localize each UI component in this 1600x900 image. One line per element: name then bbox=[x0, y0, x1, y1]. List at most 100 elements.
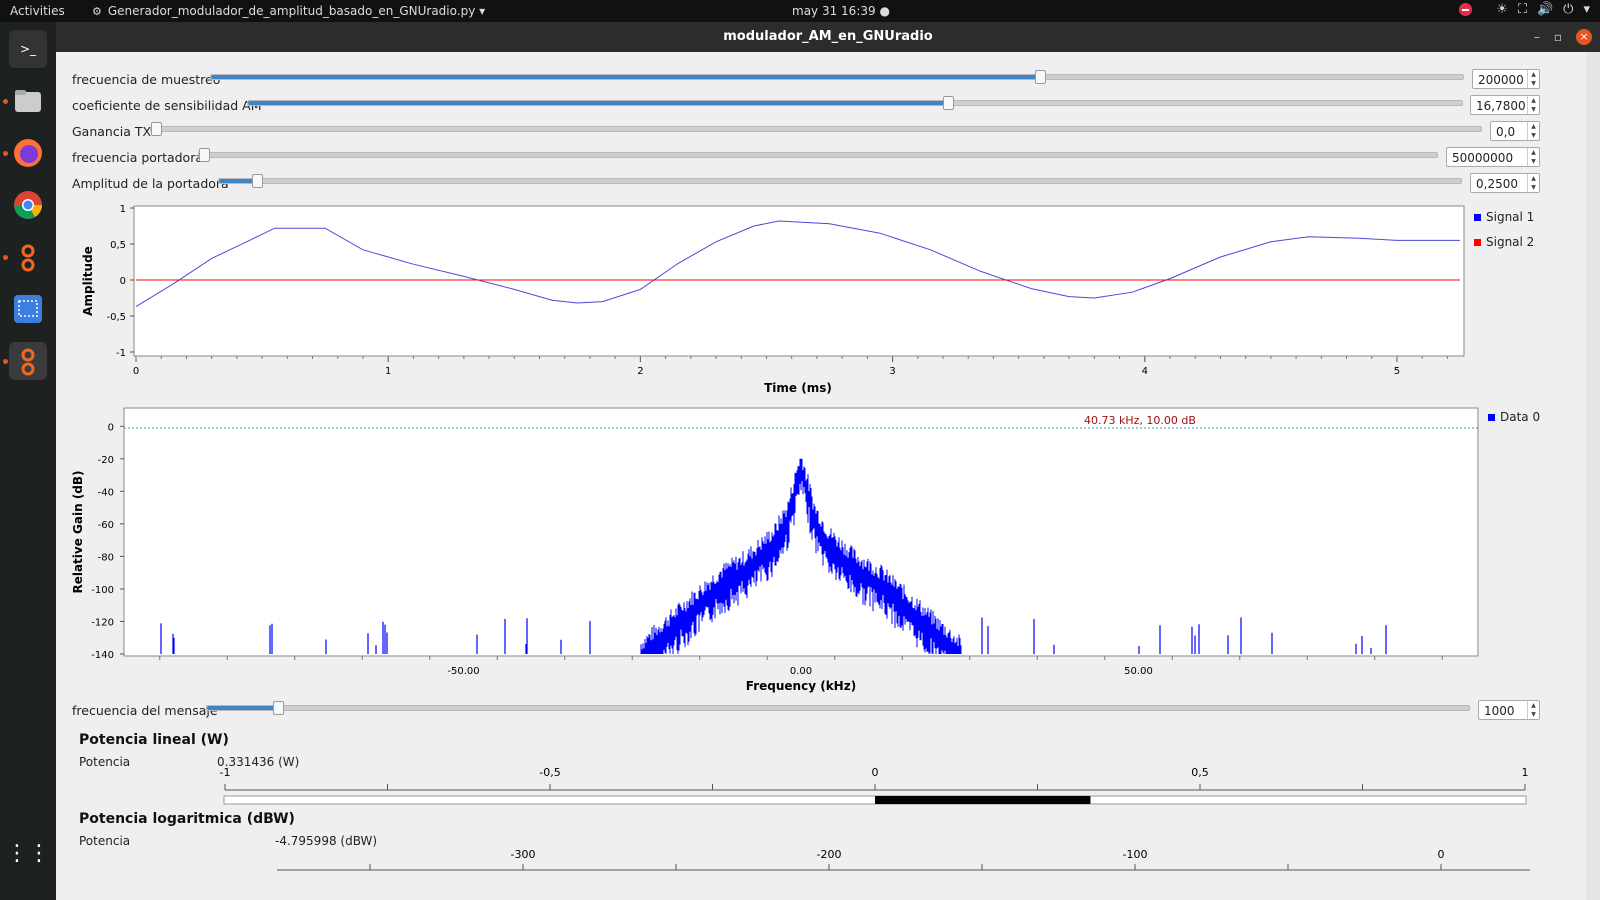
power-icon: ⏻ bbox=[1563, 2, 1574, 17]
spin-arrows-icon[interactable]: ▲ ▼ bbox=[1527, 122, 1539, 140]
carrier-frequency-spinbox[interactable]: 50000000 ▲ ▼ bbox=[1446, 147, 1540, 167]
spinbox-value: 50000000 bbox=[1452, 151, 1514, 165]
y-tick-label: -120 bbox=[91, 617, 114, 628]
gauge-tick-label: 0 bbox=[872, 766, 879, 779]
x-tick-label: 1 bbox=[385, 366, 391, 377]
gauge-bar bbox=[875, 796, 1091, 804]
show-apps-icon[interactable]: ⋮⋮ bbox=[6, 834, 50, 872]
sample-rate-slider[interactable] bbox=[210, 70, 1464, 84]
slider-fill bbox=[207, 706, 277, 710]
legend-label: Signal 1 bbox=[1486, 210, 1535, 224]
slider-fill bbox=[219, 179, 257, 183]
x-tick-label: 3 bbox=[889, 366, 895, 377]
y-tick-label: -80 bbox=[98, 552, 114, 563]
gauge-tick-label: -100 bbox=[1123, 848, 1148, 861]
close-icon[interactable]: × bbox=[1576, 29, 1592, 45]
spin-arrows-icon[interactable]: ▲ ▼ bbox=[1527, 96, 1539, 114]
y-tick-label: 1 bbox=[120, 204, 126, 215]
y-tick-label: -40 bbox=[98, 487, 114, 498]
spinbox-value: 16,7800 bbox=[1476, 99, 1526, 113]
slider-label: frecuencia del mensaje bbox=[72, 703, 218, 718]
app-name: Generador_modulador_de_amplitud_basado_e… bbox=[107, 4, 476, 18]
slider-handle[interactable] bbox=[252, 174, 264, 188]
minimize-icon[interactable]: – bbox=[1534, 22, 1540, 52]
sample-rate-spinbox[interactable]: 200000 ▲ ▼ bbox=[1472, 69, 1540, 89]
gauge-tick-label: 0,5 bbox=[1191, 766, 1209, 779]
y-tick-label: -0,5 bbox=[106, 312, 126, 323]
window-titlebar[interactable]: modulador_AM_en_GNUradio – ▫ × bbox=[56, 22, 1600, 52]
x-axis-label: Time (ms) bbox=[764, 381, 832, 395]
notification-dot-icon: ● bbox=[879, 4, 890, 18]
linear-power-title: Potencia lineal (W) bbox=[79, 732, 229, 748]
spin-arrows-icon[interactable]: ▲ ▼ bbox=[1527, 70, 1539, 88]
activities-button[interactable]: Activities bbox=[10, 4, 65, 18]
volume-icon: 🔊 bbox=[1536, 2, 1554, 17]
log-power-gauge: -300 -200 -100 0 bbox=[277, 848, 1530, 871]
am-sensitivity-spinbox[interactable]: 16,7800 ▲ ▼ bbox=[1470, 95, 1540, 115]
carrier-frequency-slider[interactable] bbox=[198, 148, 1438, 162]
window-scrollbar[interactable] bbox=[1586, 52, 1600, 900]
legend-swatch bbox=[1474, 238, 1481, 246]
files-icon[interactable] bbox=[9, 82, 47, 120]
gauge-tick-label: 0 bbox=[1438, 848, 1445, 861]
legend-item-signal-2[interactable]: Signal 2 bbox=[1474, 235, 1534, 249]
spin-arrows-icon[interactable]: ▲ ▼ bbox=[1527, 174, 1539, 192]
chevron-down-icon: ▾ bbox=[1583, 2, 1590, 17]
gnuradio-window: modulador_AM_en_GNUradio – ▫ × frecuenci… bbox=[56, 22, 1600, 900]
legend-item-signal-1[interactable]: Signal 1 bbox=[1474, 210, 1534, 224]
running-indicator bbox=[3, 255, 8, 260]
maximize-icon[interactable]: ▫ bbox=[1554, 22, 1562, 52]
slider-handle[interactable] bbox=[199, 148, 210, 162]
slider-handle[interactable] bbox=[1034, 70, 1046, 84]
gauge-tick-label: -300 bbox=[511, 848, 536, 861]
app-menu[interactable]: ⚙ Generador_modulador_de_amplitud_basado_… bbox=[92, 4, 485, 18]
y-tick-label: -20 bbox=[98, 455, 114, 466]
x-tick-label: -50.00 bbox=[447, 666, 479, 677]
tx-gain-spinbox[interactable]: 0,0 ▲ ▼ bbox=[1490, 121, 1540, 141]
x-tick-label: 5 bbox=[1394, 366, 1400, 377]
legend-item-data-0[interactable]: Data 0 bbox=[1488, 410, 1540, 424]
do-not-disturb-icon[interactable] bbox=[1459, 3, 1473, 16]
x-tick-label: 2 bbox=[637, 366, 643, 377]
chevron-down-icon: ▾ bbox=[479, 4, 486, 18]
legend-swatch bbox=[1474, 213, 1481, 221]
time-domain-plot[interactable]: 1 0,5 0 -0,5 -1 0 1 2 3 4 5 Time (ms) Amplitude bbox=[56, 196, 1586, 396]
spinbox-value: 0,2500 bbox=[1476, 177, 1518, 191]
gauge-tick-label: -0,5 bbox=[539, 766, 560, 779]
carrier-amplitude-slider[interactable] bbox=[218, 174, 1462, 188]
carrier-amplitude-spinbox[interactable]: 0,2500 ▲ ▼ bbox=[1470, 173, 1540, 193]
terminal-icon[interactable]: >_ bbox=[9, 30, 47, 68]
gnuradio-app-icon[interactable] bbox=[9, 342, 47, 380]
gnuradio-icon[interactable] bbox=[9, 238, 47, 276]
frequency-domain-plot[interactable]: 40.73 kHz, 10.00 dB 0 -20 -40 -60 -80 -100 -12… bbox=[56, 402, 1586, 702]
message-frequency-spinbox[interactable]: 1000 ▲ ▼ bbox=[1478, 700, 1540, 720]
slider-handle[interactable] bbox=[943, 96, 955, 110]
message-frequency-slider[interactable] bbox=[206, 701, 1470, 715]
gear-icon: ⚙ bbox=[92, 5, 102, 18]
brightness-icon: ☀ bbox=[1496, 2, 1508, 17]
slider-fill bbox=[211, 75, 1039, 79]
spinbox-value: 1000 bbox=[1484, 704, 1515, 718]
slider-label: Ganancia TX bbox=[72, 124, 152, 139]
spin-arrows-icon[interactable]: ▲ ▼ bbox=[1527, 701, 1539, 719]
tx-gain-slider[interactable] bbox=[150, 122, 1482, 136]
x-axis-label: Frequency (kHz) bbox=[746, 679, 856, 693]
running-indicator bbox=[3, 99, 8, 104]
x-tick-label: 0.00 bbox=[790, 666, 812, 677]
plot-area bbox=[133, 205, 1465, 357]
screenshot-icon[interactable] bbox=[9, 290, 47, 328]
network-icon: ⛶ bbox=[1517, 2, 1527, 17]
log-power-title: Potencia logaritmica (dBW) bbox=[79, 811, 295, 827]
y-tick-label: 0,5 bbox=[110, 240, 126, 251]
slider-handle[interactable] bbox=[151, 122, 162, 136]
slider-handle[interactable] bbox=[272, 701, 284, 715]
y-tick-label: 0 bbox=[120, 276, 126, 287]
running-indicator bbox=[3, 359, 8, 364]
spin-arrows-icon[interactable]: ▲ ▼ bbox=[1527, 148, 1539, 166]
clock[interactable]: may 31 16:39 ● bbox=[792, 4, 890, 18]
legend-swatch bbox=[1488, 413, 1495, 421]
chrome-icon[interactable] bbox=[9, 186, 47, 224]
am-sensitivity-slider[interactable] bbox=[247, 96, 1463, 110]
firefox-icon[interactable] bbox=[9, 134, 47, 172]
system-tray[interactable]: ☀ ⛶ 🔊 ⏻ ▾ bbox=[1459, 2, 1590, 17]
